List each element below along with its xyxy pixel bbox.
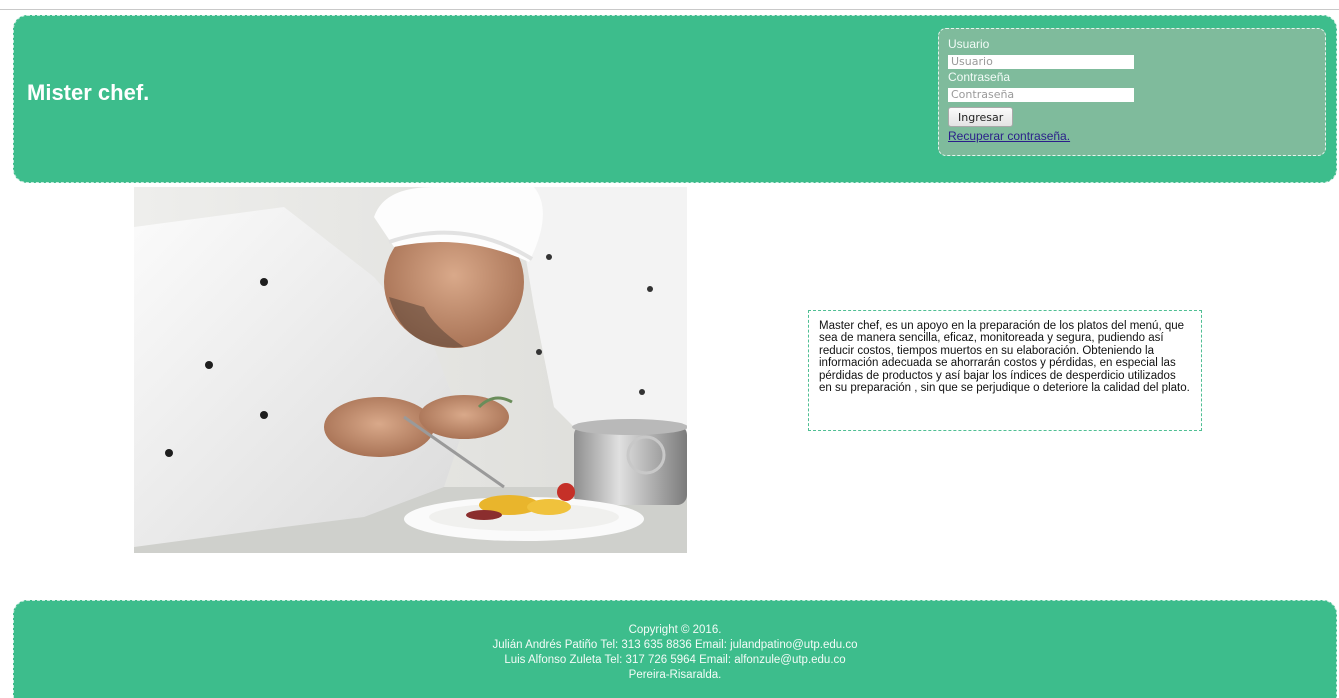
- description-box: Master chef, es un apoyo en la preparaci…: [808, 310, 1202, 431]
- footer-contact-julian: Julián Andrés Patiño Tel: 313 635 8836 E…: [492, 639, 858, 651]
- footer-location: Pereira-Risaralda.: [628, 669, 722, 681]
- header-banner: Mister chef. Usuario Contraseña Ingresar…: [13, 15, 1337, 183]
- login-form: Usuario Contraseña Ingresar Recuperar co…: [938, 28, 1326, 156]
- recover-password-link[interactable]: Recuperar contraseña.: [948, 129, 1325, 143]
- login-button[interactable]: Ingresar: [948, 107, 1014, 127]
- footer-copyright: Copyright © 2016.: [628, 624, 722, 636]
- footer: Copyright © 2016. Julián Andrés Patiño T…: [13, 600, 1337, 698]
- site-title: Mister chef.: [27, 80, 150, 105]
- password-input[interactable]: [948, 87, 1134, 102]
- top-divider: [0, 9, 1339, 10]
- username-label: Usuario: [948, 37, 990, 51]
- chef-photo: [134, 187, 687, 553]
- footer-contact-luis: Luis Alfonso Zuleta Tel: 317 726 5964 Em…: [504, 654, 846, 666]
- chef-photo-illustration: [134, 187, 687, 553]
- username-input[interactable]: [948, 54, 1134, 69]
- password-label: Contraseña: [948, 70, 1011, 84]
